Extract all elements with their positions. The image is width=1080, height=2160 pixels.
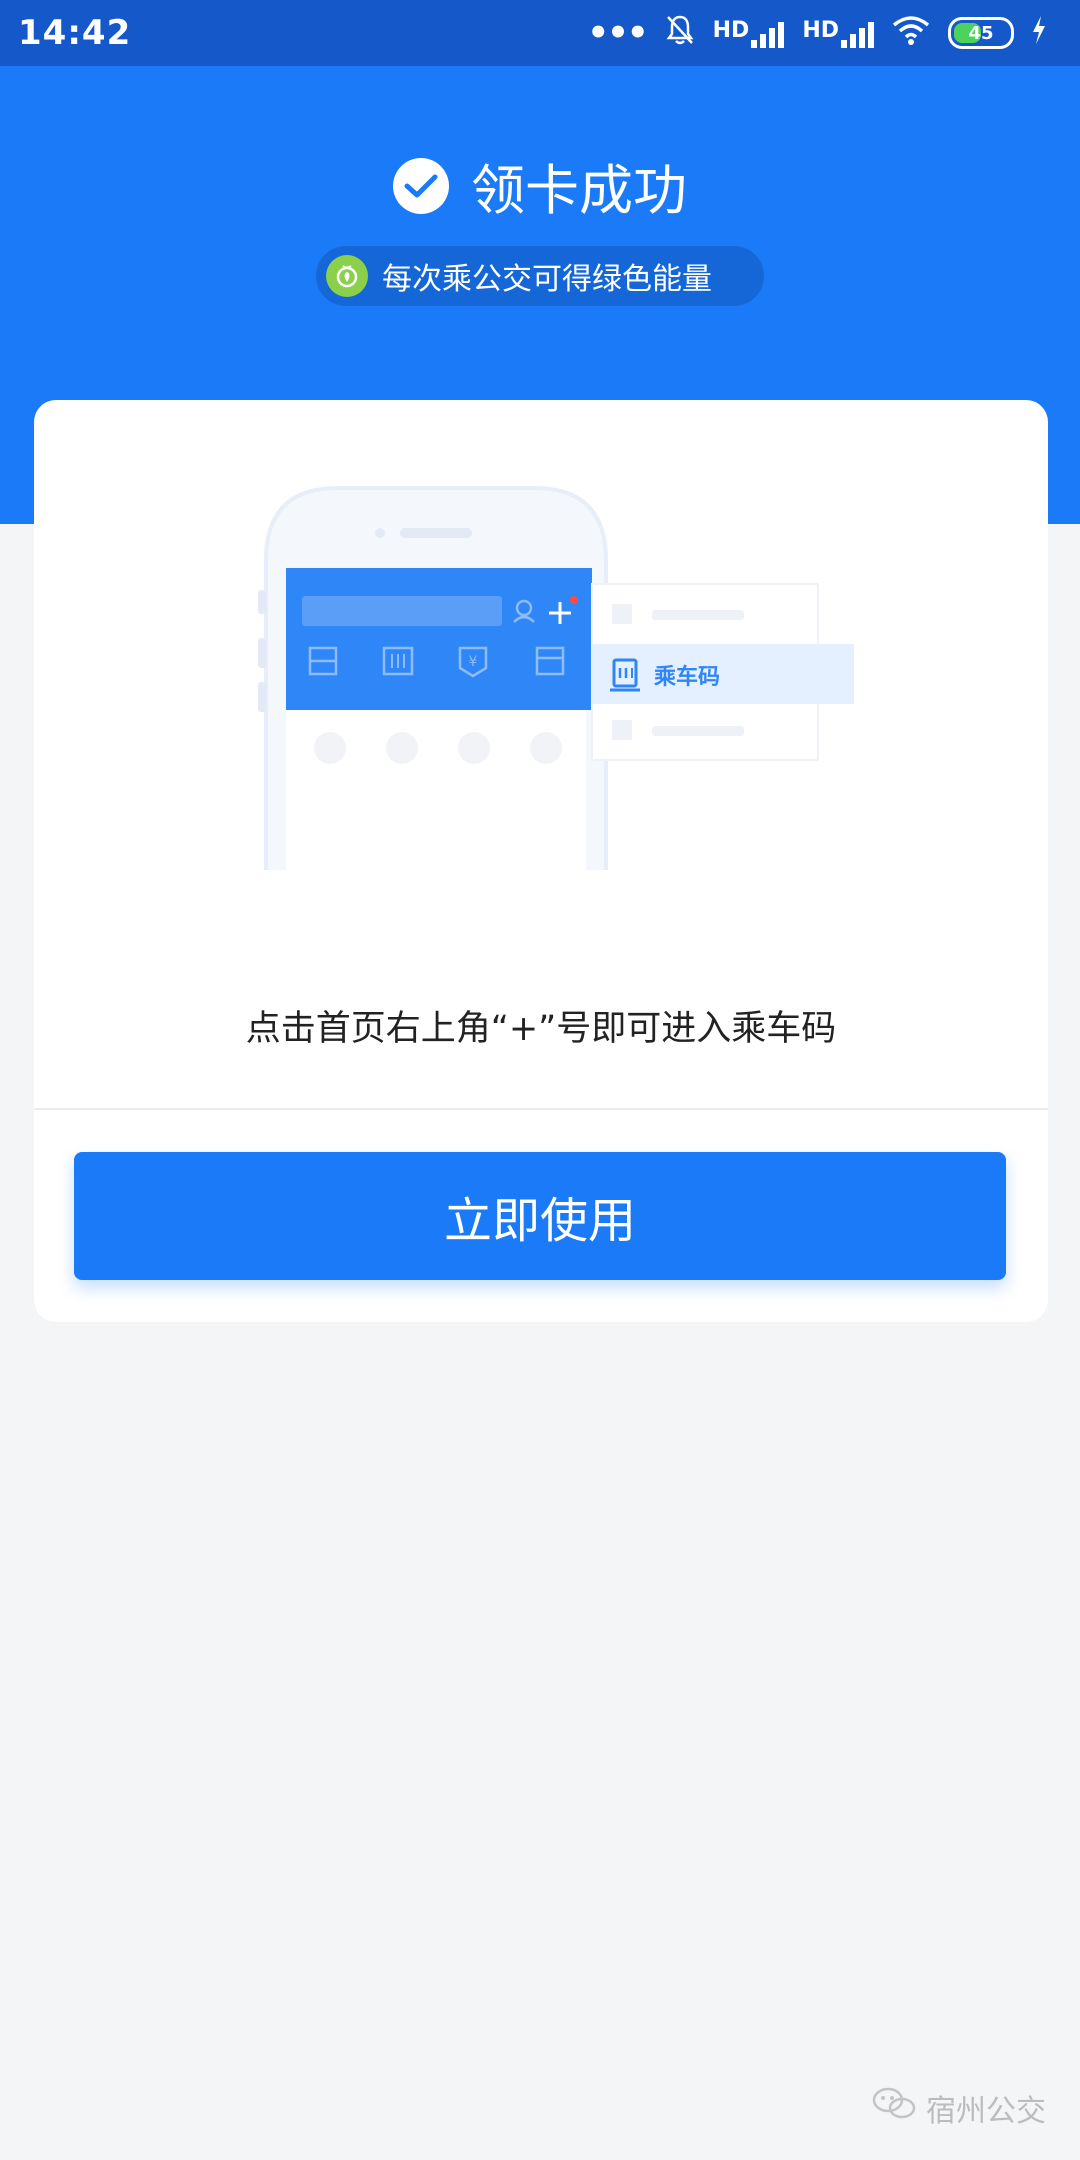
watermark-text: 宿州公交 [926, 2094, 1046, 2129]
illustration-menu-label: 乘车码 [653, 664, 720, 690]
signal-strength-icon [751, 18, 785, 48]
status-time: 14:42 [18, 13, 132, 53]
battery-icon: 45 [948, 17, 1014, 49]
page-title: 领卡成功 [471, 159, 687, 222]
signal-2-group: HD [802, 18, 874, 48]
watermark: 宿州公交 [872, 2086, 1046, 2130]
more-notifications-icon: ••• [587, 13, 648, 53]
status-icons: ••• HD HD 45 [587, 14, 1046, 52]
svg-text:¥: ¥ [469, 654, 478, 670]
network-label-1: HD [712, 18, 750, 43]
info-card: ¥ 乘车码 点击首页右上角“+”号即可进入乘车码 立即使用 [34, 400, 1048, 1322]
network-label-2: HD [802, 18, 839, 43]
status-bar: 14:42 ••• HD HD 45 [0, 0, 1080, 66]
wechat-icon [872, 2086, 916, 2130]
green-energy-icon [326, 255, 368, 297]
screen: 14:42 ••• HD HD 45 领卡成功 每次乘公交可得绿色能量 ¥ 乘车… [0, 0, 1080, 2160]
battery-level: 45 [968, 22, 994, 44]
signal-strength-icon [841, 18, 874, 48]
green-energy-pill: 每次乘公交可得绿色能量 [316, 246, 764, 306]
check-circle-icon [393, 157, 449, 214]
success-title-row: 领卡成功 [0, 146, 1080, 225]
phone-illustration: ¥ 乘车码 [258, 486, 854, 870]
charging-icon [1032, 16, 1046, 50]
divider [34, 1108, 1048, 1110]
signal-1-group: HD [713, 18, 785, 48]
bell-muted-icon [665, 14, 695, 52]
use-now-button[interactable]: 立即使用 [74, 1152, 1006, 1280]
wifi-icon [892, 15, 930, 51]
green-energy-text: 每次乘公交可得绿色能量 [382, 262, 712, 297]
instruction-text: 点击首页右上角“+”号即可进入乘车码 [245, 1009, 837, 1049]
